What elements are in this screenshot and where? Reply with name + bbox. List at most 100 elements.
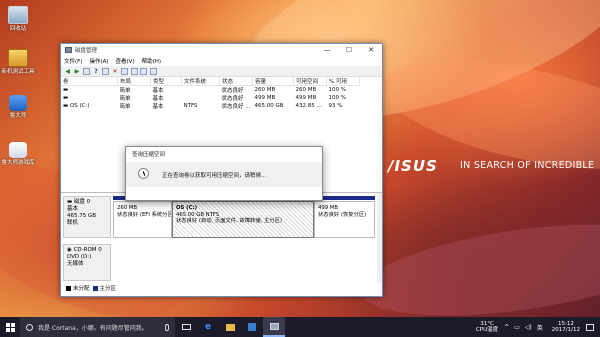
disk-management-taskbar-button[interactable] (263, 317, 285, 337)
column-header-percent-free[interactable]: % 可用 (326, 77, 360, 86)
wallpaper-stripe (355, 208, 600, 332)
table-row[interactable]: ▬ 简单 基本 状态良好 260 MB 260 MB 100 % (61, 86, 360, 94)
windows-logo-icon (5, 322, 15, 332)
legend: 未分配 主分区 (63, 284, 116, 292)
network-icon[interactable]: ▭ (514, 324, 520, 331)
explore-icon[interactable] (140, 67, 147, 75)
start-button[interactable] (0, 317, 20, 337)
check-icon[interactable] (121, 67, 128, 75)
search-placeholder: 我是 Cortana，小娜。有问题尽管问我。 (38, 324, 148, 332)
volume-cell: ▬ OS (C:) (63, 103, 90, 109)
cortana-search-box[interactable]: 我是 Cortana，小娜。有问题尽管问我。 (20, 317, 175, 337)
menu-action[interactable]: 操作(A) (89, 57, 108, 65)
desktop-icon-label: 鲁大师 (9, 113, 27, 119)
free-cell: 260 MB (295, 87, 317, 93)
dialog-title: 查询压缩空间 (132, 152, 166, 158)
desktop-icon-label: 鲁大师游戏库 (1, 160, 35, 166)
layout-cell: 简单 (119, 104, 131, 110)
asus-logo: /ISUS (388, 157, 438, 175)
clock-date: 2017/1/12 (551, 327, 580, 333)
properties-icon[interactable] (102, 67, 109, 75)
cpu-temperature-label: CPU温度 (475, 327, 499, 333)
edge-button[interactable]: e (197, 317, 219, 337)
partition-os-c[interactable]: OS (C:) 465.00 GB NTFS 状态良好 (启动, 页面文件, 故… (172, 201, 314, 238)
microphone-icon[interactable] (165, 323, 169, 331)
ludashi-icon (9, 95, 27, 111)
disk-map: ▬ 磁盘 0 基本 465.75 GB 联机 260 MB 状态良好 (EFI … (61, 193, 382, 296)
folder-icon (8, 49, 28, 67)
partition-efi[interactable]: 260 MB 状态良好 (EFI 系统分区) (113, 201, 172, 238)
column-header-filesystem[interactable]: 文件系统 (181, 77, 220, 86)
store-button[interactable] (241, 317, 263, 337)
chevron-up-icon[interactable]: ^ (504, 324, 509, 331)
status-cell: 状态良好 (221, 96, 244, 102)
volume-icon[interactable]: ◁) (525, 324, 532, 331)
taskbar: 我是 Cortana，小娜。有问题尽管问我。 e 31°C CPU温度 ^ ▭ … (0, 317, 600, 337)
partition-status: 状态良好 (EFI 系统分区) (117, 211, 172, 218)
menu-file[interactable]: 文件(F) (64, 57, 82, 65)
cdrom-0-label[interactable]: ◉ CD-ROM 0 DVD (D:) 无媒体 (63, 244, 111, 281)
column-header-capacity[interactable]: 容量 (252, 77, 294, 86)
volume-cell: ▬ (63, 95, 69, 101)
asus-tagline: IN SEARCH OF INCREDIBLE (460, 160, 595, 171)
disk-0-label[interactable]: ▬ 磁盘 0 基本 465.75 GB 联机 (63, 196, 111, 238)
file-explorer-button[interactable] (219, 317, 241, 337)
close-button[interactable]: ✕ (360, 44, 382, 56)
maximize-button[interactable]: ☐ (338, 44, 360, 56)
table-row[interactable]: ▬ OS (C:) 简单 基本 NTFS 状态良好 ... 465.00 GB … (61, 102, 360, 110)
recycle-bin-icon (8, 6, 28, 24)
legend-swatch-unallocated (66, 285, 71, 291)
disk-type: 基本 (67, 206, 79, 212)
desktop-icon-ludashi[interactable]: 鲁大师 (1, 95, 35, 120)
column-header-status[interactable]: 状态 (219, 77, 253, 86)
table-row[interactable]: ▬ 简单 基本 状态良好 499 MB 499 MB 100 % (61, 94, 360, 102)
desktop-icon-test-tools[interactable]: 新机测试工具 (1, 49, 35, 76)
task-view-button[interactable] (175, 317, 197, 337)
menu-view[interactable]: 查看(V) (116, 57, 135, 65)
legend-label-primary: 主分区 (99, 286, 117, 292)
back-icon[interactable]: ◀ (64, 68, 71, 75)
legend-label-unallocated: 未分配 (73, 286, 90, 292)
forward-icon[interactable]: ▶ (74, 68, 81, 75)
open-icon[interactable] (130, 67, 138, 75)
title-bar[interactable]: 磁盘管理 — ☐ ✕ (61, 44, 382, 56)
menu-help[interactable]: 帮助(H) (142, 57, 161, 65)
minimize-button[interactable]: — (316, 44, 338, 56)
cortana-icon (26, 323, 33, 331)
partition-status: 状态良好 (恢复分区) (318, 211, 367, 218)
filesystem-cell (182, 94, 220, 102)
clock[interactable]: 15:12 2017/1/12 (552, 321, 580, 334)
desktop-icon-recycle-bin[interactable]: 回收站 (1, 6, 35, 33)
console-tree-icon[interactable] (83, 67, 90, 75)
store-icon (248, 323, 256, 331)
cpu-temperature[interactable]: 31°C CPU温度 (476, 321, 498, 334)
legend-swatch-primary (92, 285, 98, 291)
system-tray: 31°C CPU温度 ^ ▭ ◁) 英 15:12 2017/1/12 (476, 317, 600, 337)
free-cell: 432.85 ... (295, 103, 322, 109)
disk-status: 联机 (67, 220, 79, 226)
delete-icon[interactable]: ✕ (112, 68, 119, 75)
layout-cell: 简单 (119, 88, 131, 94)
folder-icon (225, 323, 235, 331)
percent-free-cell: 93 % (328, 103, 343, 109)
disk-map-scrollbar[interactable] (377, 193, 382, 283)
type-cell: 基本 (152, 88, 164, 94)
capacity-cell: 465.00 GB (254, 103, 284, 109)
type-cell: 基本 (152, 104, 164, 110)
column-header-free[interactable]: 可用空间 (293, 77, 327, 86)
help-icon[interactable]: ? (93, 68, 100, 75)
status-cell: 状态良好 (221, 88, 244, 94)
column-header-volume[interactable]: 卷 (61, 77, 118, 86)
settings-icon[interactable] (149, 67, 157, 75)
partition-status: 状态良好 (启动, 页面文件, 故障转储, 主分区) (176, 218, 282, 224)
disk-management-icon (65, 47, 72, 53)
column-header-type[interactable]: 类型 (150, 77, 182, 86)
notification-icon[interactable] (586, 323, 594, 331)
layout-cell: 简单 (119, 96, 131, 102)
ime-indicator[interactable]: 英 (537, 323, 543, 332)
partition-recovery[interactable]: 499 MB 状态良好 (恢复分区) (314, 201, 375, 238)
desktop-icon-ludashi-games[interactable]: 鲁大师游戏库 (1, 142, 35, 167)
volume-table-header: 卷 布局 类型 文件系统 状态 容量 可用空间 % 可用 (61, 77, 360, 86)
capacity-cell: 260 MB (254, 87, 276, 93)
column-header-layout[interactable]: 布局 (117, 77, 151, 86)
